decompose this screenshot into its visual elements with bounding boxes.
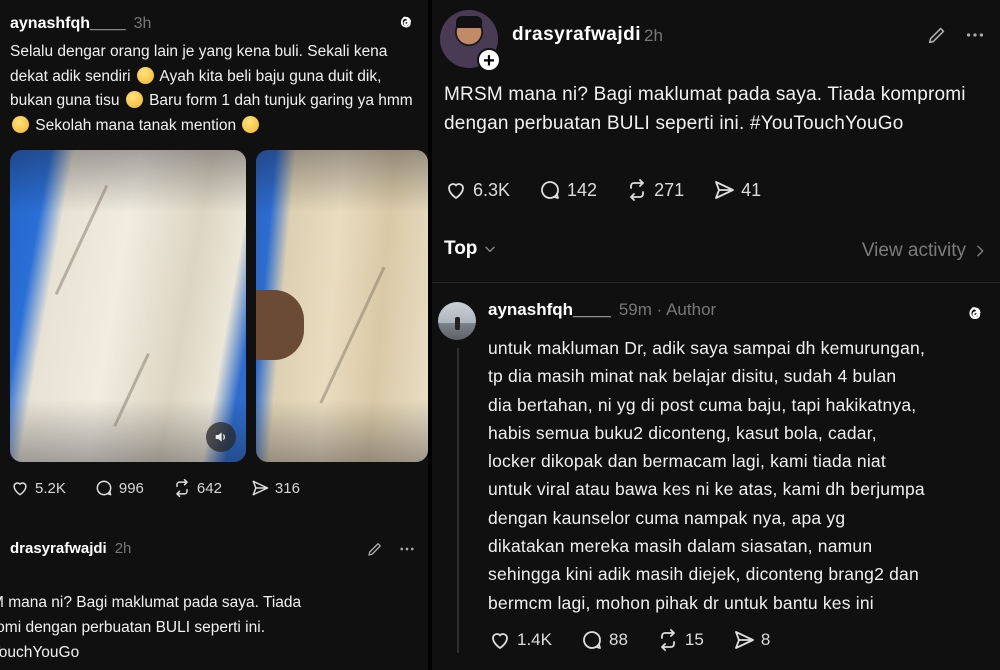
share-button[interactable]: 41 xyxy=(712,178,761,202)
emoji-icon xyxy=(242,115,260,133)
pencil-icon[interactable] xyxy=(926,24,948,46)
share-count: 41 xyxy=(741,179,762,200)
sort-label: Top xyxy=(444,238,478,259)
username[interactable]: drasyrafwajdi xyxy=(512,24,641,46)
repost-count: 15 xyxy=(684,630,704,649)
share-count: 8 xyxy=(760,630,771,649)
more-icon[interactable] xyxy=(964,24,986,46)
comment-icon xyxy=(96,480,112,496)
view-activity-link[interactable]: View activity xyxy=(862,240,986,262)
reply-header: aynashfqh____ 59m · Author xyxy=(488,300,716,320)
repost-count: 642 xyxy=(196,479,222,497)
reply-count: 142 xyxy=(567,179,598,200)
post-image-shirt-1[interactable] xyxy=(10,150,246,462)
heart-icon xyxy=(13,482,27,496)
timestamp: 2h xyxy=(644,26,663,45)
pencil-icon[interactable] xyxy=(366,540,384,558)
reply-count: 996 xyxy=(118,479,144,497)
repost-icon xyxy=(176,478,188,498)
repost-button[interactable]: 15 xyxy=(656,628,704,652)
more-icon[interactable] xyxy=(398,540,416,558)
like-count: 5.2K xyxy=(35,479,66,497)
like-button[interactable]: 1.4K xyxy=(488,628,552,652)
divider xyxy=(432,282,1000,283)
reply-button[interactable]: 996 xyxy=(94,478,144,498)
post-actions: 5.2K 996 642 316 xyxy=(10,478,300,498)
emoji-icon xyxy=(136,66,154,84)
threads-logo-icon[interactable] xyxy=(396,12,416,37)
username[interactable]: aynashfqh____ xyxy=(488,300,611,320)
threads-logo-icon[interactable] xyxy=(964,302,986,329)
comment-icon xyxy=(541,181,559,199)
like-count: 6.3K xyxy=(473,179,511,200)
emoji-icon xyxy=(125,91,143,108)
repost-button[interactable]: 271 xyxy=(625,178,684,202)
reply-button[interactable]: 88 xyxy=(580,628,628,652)
sort-dropdown[interactable]: Top xyxy=(444,238,497,260)
heart-icon xyxy=(448,183,464,200)
post-header: aynashfqh____ 3h xyxy=(10,10,418,38)
post-actions: 6.3K 142 271 41 xyxy=(444,178,761,202)
emoji-icon xyxy=(12,115,29,133)
right-screenshot-panel: + drasyrafwajdi 2h MRSM mana ni? Bagi ma… xyxy=(428,0,1000,670)
repost-button[interactable]: 642 xyxy=(172,478,222,498)
reply-text: untuk makluman Dr, adik saya sampai dh k… xyxy=(488,338,926,613)
left-screenshot-panel: aynashfqh____ 3h Selalu dengar orang lai… xyxy=(0,0,428,670)
post-image-shirt-2[interactable] xyxy=(256,150,428,462)
like-button[interactable]: 5.2K xyxy=(10,478,66,498)
reply-actions: 1.4K 88 15 8 xyxy=(488,628,770,652)
post-tools xyxy=(926,24,986,46)
send-icon xyxy=(734,631,754,649)
timestamp: 2h xyxy=(114,540,132,557)
send-icon xyxy=(715,181,735,199)
post-text: MRSM mana ni? Bagi maklumat pada saya. T… xyxy=(444,84,966,134)
view-activity-label: View activity xyxy=(861,240,966,261)
share-button[interactable]: 316 xyxy=(250,478,300,498)
repost-icon xyxy=(661,629,675,651)
chevron-right-icon xyxy=(977,245,984,257)
author-badge: Author xyxy=(666,300,717,319)
timestamp: 59m · Author xyxy=(618,300,717,319)
like-button[interactable]: 6.3K xyxy=(444,178,510,202)
speaker-icon[interactable] xyxy=(206,422,236,452)
post-text: Selalu dengar orang lain je yang kena bu… xyxy=(10,43,413,134)
chevron-down-icon xyxy=(485,246,496,253)
avatar[interactable] xyxy=(438,302,476,340)
thread-line xyxy=(457,348,459,653)
reply-count: 88 xyxy=(608,630,628,649)
heart-icon xyxy=(492,633,508,650)
reply-button[interactable]: 142 xyxy=(538,178,597,202)
quoted-post-text: M mana ni? Bagi maklumat pada saya. Tiad… xyxy=(0,594,302,661)
quoted-post-header: drasyrafwajdi 2h xyxy=(10,540,418,557)
share-button[interactable]: 8 xyxy=(732,628,770,652)
timestamp: 3h xyxy=(133,15,152,32)
like-count: 1.4K xyxy=(517,630,552,649)
send-icon xyxy=(252,480,269,496)
share-count: 316 xyxy=(274,479,300,497)
repost-count: 271 xyxy=(654,179,685,200)
repost-icon xyxy=(630,179,644,201)
username[interactable]: drasyrafwajdi xyxy=(10,540,107,557)
comment-icon xyxy=(583,631,601,649)
follow-plus-icon[interactable]: + xyxy=(477,48,501,72)
username[interactable]: aynashfqh____ xyxy=(10,15,126,33)
